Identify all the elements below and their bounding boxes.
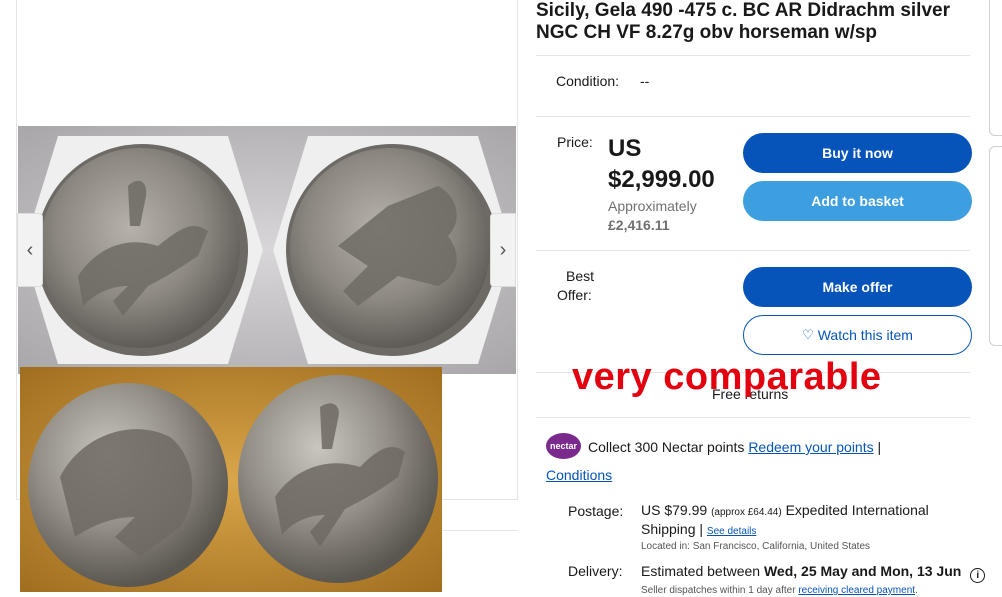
info-icon[interactable]: i [970,568,986,583]
postage-value: US $79.99 (approx £64.44) Expedited Inte… [641,502,981,540]
nectar-text: Collect 300 Nectar points [588,439,745,455]
delivery-prefix: Estimated between [641,563,761,579]
annotation-overlay-text: very comparable [572,356,882,398]
divider [536,250,970,251]
postage-amount: US $79.99 [641,502,708,518]
postage-approx: (approx £64.44) [711,507,782,518]
see-details-link[interactable]: See details [707,526,756,537]
heart-icon: ♡ [802,327,814,342]
nectar-line: Collect 300 Nectar points Redeem your po… [588,439,881,455]
price-value: $2,999.00 [608,166,715,193]
postage-separator: | [699,521,704,537]
add-to-basket-button[interactable]: Add to basket [743,181,972,221]
condition-label: Condition: [556,73,620,89]
price-amount: US $2,999.00 [608,133,738,195]
nectar-separator: | [877,439,882,455]
divider [536,55,970,56]
cleared-payment-link[interactable]: receiving cleared payment [798,585,915,596]
gallery-divider [443,530,518,531]
watch-item-label: Watch this item [817,327,913,343]
side-panel-top [989,0,1002,136]
price-approx-value: £2,416.11 [608,217,670,233]
price-label: Price: [557,134,593,150]
chevron-right-icon: › [499,238,507,261]
best-offer-label-line1: Best [566,268,595,284]
delivery-value: Estimated between Wed, 25 May and Mon, 1… [641,563,986,583]
delivery-label: Delivery: [568,563,623,579]
listing-title: Sicily, Gela 490 -475 c. BC AR Didrachm … [536,0,950,43]
best-offer-label-line2: Offer: [557,287,592,303]
dispatch-text: Seller dispatches within 1 day after [641,585,796,596]
main-product-photo[interactable] [18,126,516,374]
dispatch-end: . [915,585,918,596]
dispatch-info: Seller dispatches within 1 day after rec… [641,585,918,596]
price-approx-label: Approximately [608,198,697,214]
condition-value: -- [640,73,650,89]
nectar-conditions-link[interactable]: Conditions [546,467,612,483]
delivery-range: Wed, 25 May and Mon, 13 Jun [763,563,962,579]
comparison-photo [20,367,442,592]
postage-label: Postage: [568,503,624,519]
gallery-prev-button[interactable]: ‹ [17,213,43,287]
buy-now-button[interactable]: Buy it now [743,133,972,173]
price-currency: US [608,135,642,162]
item-location: Located in: San Francisco, California, U… [641,541,871,552]
watch-item-button[interactable]: ♡ Watch this item [743,315,972,355]
make-offer-button[interactable]: Make offer [743,267,972,307]
chevron-left-icon: ‹ [26,238,34,261]
gallery-next-button[interactable]: › [490,213,516,287]
divider [536,417,970,418]
side-panel-bottom [989,146,1002,346]
nectar-logo: nectar [546,433,581,459]
divider [536,116,970,117]
redeem-points-link[interactable]: Redeem your points [748,439,873,455]
